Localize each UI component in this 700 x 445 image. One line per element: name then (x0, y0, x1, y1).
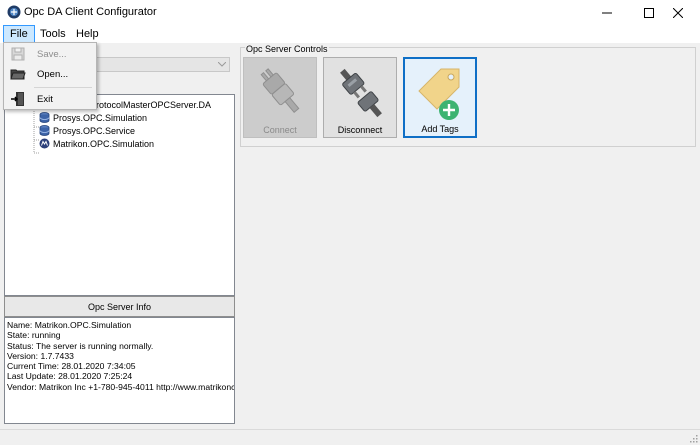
tree-item[interactable]: Matrikon.OPC.Simulation (39, 137, 154, 150)
menu-tools[interactable]: Tools (34, 25, 72, 43)
info-last-update: Last Update: 28.01.2020 7:25:24 (7, 371, 133, 382)
menu-file[interactable]: File (3, 25, 35, 43)
status-bar (0, 429, 700, 445)
window-title: Opc DA Client Configurator (24, 6, 157, 18)
info-current-time: Current Time: 28.01.2020 7:34:05 (7, 361, 136, 372)
file-menu-dropdown: Save... Open... Exit (3, 42, 97, 110)
app-icon (7, 5, 21, 19)
tree-item-label: Prosys.OPC.Service (53, 125, 136, 136)
connect-label: Connect (263, 125, 297, 135)
info-status: Status: The server is running normally. (7, 340, 154, 351)
minimize-button[interactable] (584, 0, 630, 25)
menu-item-save-label: Save... (37, 48, 67, 60)
disconnect-button[interactable]: Disconnect (323, 57, 397, 138)
add-tags-button[interactable]: Add Tags (403, 57, 477, 138)
menu-separator (34, 87, 92, 88)
minimize-icon (602, 12, 612, 13)
save-icon (11, 47, 25, 61)
add-tag-icon (418, 68, 460, 120)
close-button[interactable] (655, 0, 700, 25)
close-icon (673, 7, 683, 18)
server-info-header: Opc Server Info (4, 296, 235, 317)
tree-item-label: -ProtocolMasterOPCServer.DA (87, 99, 212, 110)
info-vendor: Vendor: Matrikon Inc +1-780-945-4011 htt… (7, 381, 235, 392)
menu-item-open-label: Open... (37, 68, 69, 80)
tree-item-label: Prosys.OPC.Simulation (53, 112, 148, 123)
info-version: Version: 1.7.7433 (7, 350, 74, 361)
database-icon (39, 112, 50, 123)
tree-item-label: Matrikon.OPC.Simulation (53, 138, 155, 149)
info-name: Name: Matrikon.OPC.Simulation (7, 320, 132, 330)
title-bar: Opc DA Client Configurator (0, 0, 700, 25)
exit-icon (11, 92, 24, 106)
database-icon (39, 125, 50, 136)
add-tags-label: Add Tags (421, 124, 459, 134)
menu-bar: File Tools Help (0, 25, 700, 43)
plug-connected-icon (260, 68, 300, 114)
info-state: State: running (7, 330, 61, 341)
plug-disconnected-icon (340, 68, 382, 118)
chevron-down-icon (217, 59, 227, 70)
menu-item-exit-label: Exit (37, 93, 53, 105)
server-tree[interactable]: -ProtocolMasterOPCServer.DA Prosys.OPC.S… (4, 94, 235, 296)
tree-item[interactable]: Prosys.OPC.Simulation (39, 111, 147, 124)
menu-item-save[interactable]: Save... (6, 45, 94, 63)
server-controls-label: Opc Server Controls (245, 44, 329, 54)
resize-grip-icon[interactable] (688, 433, 698, 443)
matrikon-icon (39, 138, 50, 149)
menu-item-exit[interactable]: Exit (6, 90, 94, 108)
tree-item[interactable]: -ProtocolMasterOPCServer.DA (87, 98, 211, 111)
folder-open-icon (10, 69, 26, 80)
connect-button[interactable]: Connect (243, 57, 317, 138)
tree-item[interactable]: Prosys.OPC.Service (39, 124, 135, 137)
menu-help[interactable]: Help (70, 25, 105, 43)
menu-item-open[interactable]: Open... (6, 65, 94, 83)
disconnect-label: Disconnect (337, 125, 383, 135)
maximize-icon (644, 7, 654, 18)
server-info-text: Name: Matrikon.OPC.Simulation State: run… (4, 317, 235, 424)
